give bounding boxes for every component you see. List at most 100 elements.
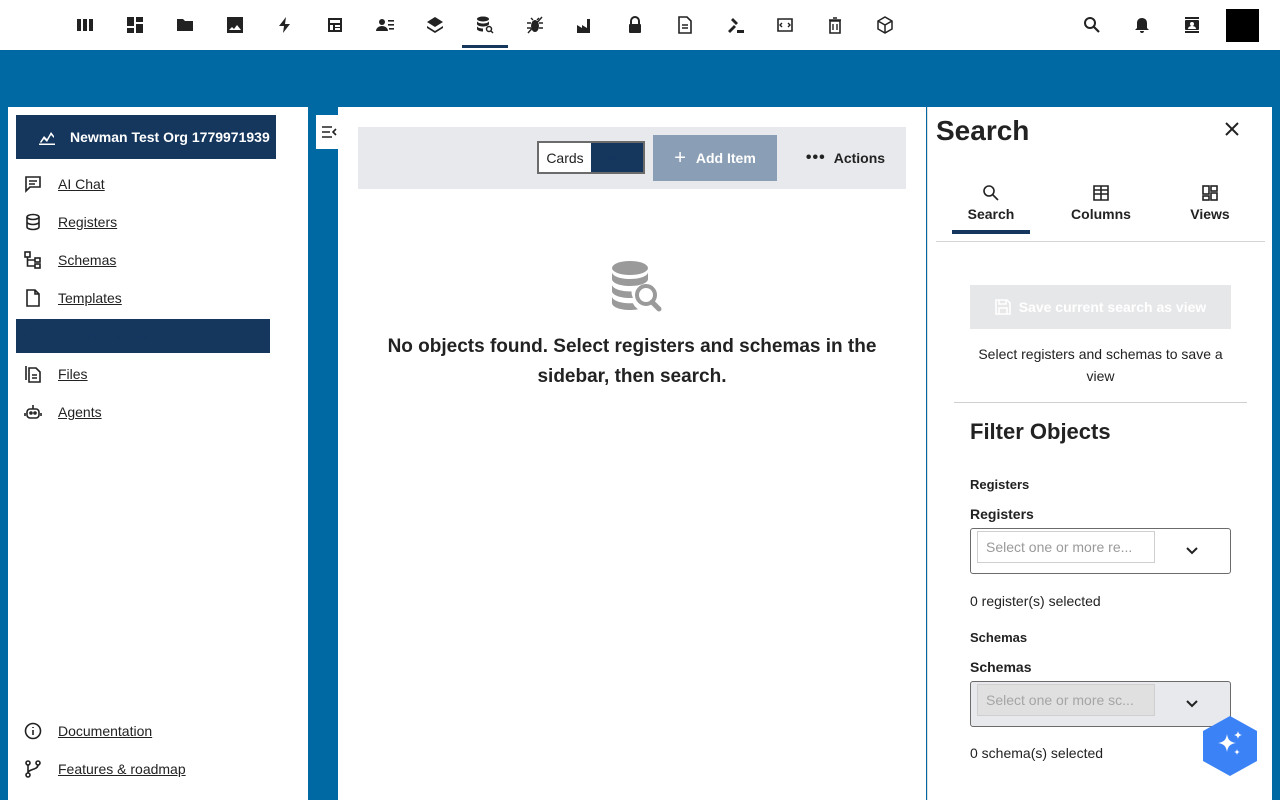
tab-label: Columns	[1071, 206, 1131, 222]
files-icon	[25, 366, 41, 383]
cube-icon[interactable]	[862, 0, 908, 50]
columns-icon	[1093, 185, 1109, 201]
database-search-icon[interactable]	[462, 0, 508, 50]
tab-search[interactable]: Search	[952, 173, 1030, 234]
lock-icon[interactable]	[612, 0, 658, 50]
contact-card-icon[interactable]	[1169, 0, 1215, 50]
save-view-label: Save current search as view	[1018, 299, 1207, 315]
roadmap-icon	[25, 760, 41, 778]
folder-icon[interactable]	[162, 0, 208, 50]
tab-views[interactable]: Views	[1170, 173, 1250, 233]
tab-label: Search	[967, 206, 1015, 222]
ai-assistant-button[interactable]	[1203, 716, 1257, 776]
main-content: Cards Table + Add Item ••• Actions No ob…	[338, 107, 926, 800]
tab-columns[interactable]: Columns	[1061, 173, 1141, 233]
more-icon: •••	[805, 149, 826, 166]
schemas-count: 0 schema(s) selected	[970, 745, 1104, 761]
panel-title: Search	[936, 115, 1030, 146]
sidebar-item-agents[interactable]: Agents	[16, 395, 270, 429]
search-panel: Search Search Columns Views Save current…	[927, 107, 1272, 800]
sidebar-item-schemas[interactable]: Schemas	[16, 243, 270, 277]
actions-label: Actions	[833, 150, 886, 166]
sidebar-item-registers[interactable]: Registers	[16, 205, 270, 239]
sidebar-item-label: Schemas	[58, 252, 117, 268]
table-view-button[interactable]: Table	[591, 143, 643, 172]
schemas-section-heading: Schemas	[970, 630, 1028, 645]
cards-view-button[interactable]: Cards	[539, 143, 591, 172]
sidebar-item-label: Registers	[58, 214, 118, 230]
sidebar-item-label: Documentation	[58, 723, 153, 739]
close-panel-button[interactable]	[1224, 121, 1244, 141]
trash-icon[interactable]	[812, 0, 858, 50]
registers-select[interactable]: Select one or more re...	[970, 528, 1231, 574]
sidebar-item-search-views[interactable]: Search / views	[16, 319, 270, 353]
divider	[954, 402, 1247, 403]
file-icon	[26, 289, 40, 307]
registers-count: 0 register(s) selected	[970, 593, 1101, 609]
sidebar-item-templates[interactable]: Templates	[16, 281, 270, 315]
sidebar-item-features-roadmap[interactable]: Features & roadmap	[16, 752, 270, 786]
toolbar: Cards Table + Add Item ••• Actions	[358, 127, 906, 189]
empty-state-message: No objects found. Select registers and s…	[387, 336, 877, 387]
bell-icon[interactable]	[1119, 0, 1165, 50]
lightning-icon[interactable]	[262, 0, 308, 50]
sidebar-item-files[interactable]: Files	[16, 357, 270, 391]
registers-label: Registers	[970, 506, 1034, 522]
chevron-down-icon	[1186, 547, 1198, 555]
sidebar-item-label: Agents	[58, 404, 102, 420]
panel-tabs: Search Columns Views	[936, 173, 1265, 242]
org-switcher-button[interactable]: Newman Test Org 1779971939	[16, 115, 276, 159]
schema-icon	[24, 251, 41, 269]
chart-icon	[39, 132, 55, 145]
sidebar: Newman Test Org 1779971939 AI Chat Regis…	[8, 107, 308, 800]
registers-input[interactable]: Select one or more re...	[977, 531, 1155, 563]
sidebar-item-label: Features & roadmap	[58, 761, 186, 777]
save-icon	[994, 299, 1011, 315]
close-icon	[1225, 122, 1239, 136]
sidebar-item-label: Files	[58, 366, 88, 382]
views-icon	[1202, 185, 1218, 201]
database-search-icon	[612, 261, 662, 312]
sidebar-item-ai-chat[interactable]: AI Chat	[16, 167, 270, 201]
avatar[interactable]	[1226, 9, 1259, 42]
filter-title: Filter Objects	[970, 419, 1111, 444]
schemas-input[interactable]: Select one or more sc...	[977, 684, 1155, 716]
org-name: Newman Test Org 1779971939	[70, 129, 270, 145]
factory-icon[interactable]	[562, 0, 608, 50]
contacts-icon[interactable]	[362, 0, 408, 50]
chevron-down-icon	[1186, 700, 1198, 708]
top-navigation-bar	[0, 0, 1280, 50]
search-icon	[25, 328, 41, 344]
tab-label: Views	[1190, 206, 1230, 222]
database-icon	[26, 213, 40, 231]
document-icon[interactable]	[662, 0, 708, 50]
schemas-label: Schemas	[970, 659, 1032, 675]
sidebar-item-label: Templates	[58, 290, 122, 306]
sidebar-item-documentation[interactable]: Documentation	[16, 714, 270, 748]
robot-icon	[24, 405, 42, 419]
view-toggle: Cards Table	[537, 141, 645, 174]
save-view-hint: Select registers and schemas to save a v…	[978, 346, 1223, 384]
registers-section-heading: Registers	[970, 477, 1030, 492]
sidebar-item-label: AI Chat	[58, 176, 105, 192]
schemas-select[interactable]: Select one or more sc...	[970, 681, 1231, 727]
image-icon[interactable]	[212, 0, 258, 50]
info-icon	[24, 722, 42, 740]
search-icon[interactable]	[1069, 0, 1115, 50]
search-icon	[983, 185, 999, 201]
save-view-button[interactable]: Save current search as view	[970, 285, 1231, 329]
dashboard-icon[interactable]	[112, 0, 158, 50]
add-item-button[interactable]: + Add Item	[653, 135, 777, 181]
actions-button[interactable]: ••• Actions	[798, 135, 893, 181]
table-icon[interactable]	[312, 0, 358, 50]
code-window-icon[interactable]	[762, 0, 808, 50]
layers-icon[interactable]	[412, 0, 458, 50]
apps-icon[interactable]	[62, 0, 108, 50]
sidebar-item-label: Search / views	[58, 328, 150, 344]
collapse-menu-icon	[322, 126, 337, 138]
gavel-icon[interactable]	[712, 0, 758, 50]
plus-icon: +	[674, 146, 686, 169]
bug-icon[interactable]	[512, 0, 558, 50]
add-item-label: Add Item	[695, 150, 756, 166]
chat-icon	[25, 176, 41, 193]
